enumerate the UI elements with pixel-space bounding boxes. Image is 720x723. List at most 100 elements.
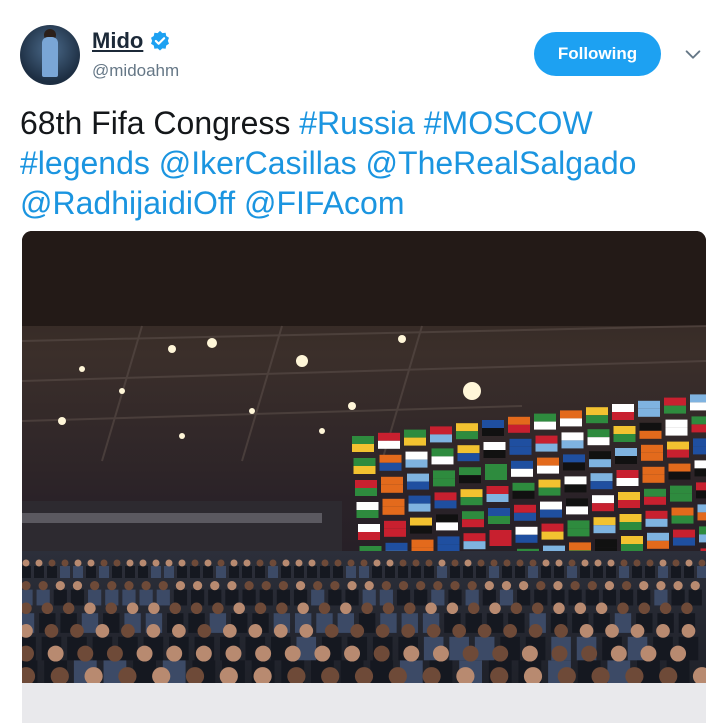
avatar[interactable]	[20, 25, 80, 85]
flag	[384, 520, 406, 537]
flag	[693, 438, 706, 455]
tweet-body-text	[415, 105, 424, 141]
flag	[355, 480, 377, 496]
flag	[486, 486, 509, 502]
flag	[699, 526, 706, 543]
flag	[353, 458, 376, 474]
chevron-down-icon[interactable]	[682, 44, 704, 66]
flag	[560, 410, 582, 427]
flag	[638, 400, 660, 417]
flag	[462, 511, 484, 528]
flag	[593, 517, 616, 534]
flag	[436, 514, 458, 531]
flag	[431, 448, 454, 465]
flag	[592, 495, 614, 512]
flag	[667, 441, 689, 458]
flag	[460, 489, 483, 506]
flag	[382, 498, 405, 515]
flag	[381, 476, 403, 493]
congress-hall-photo	[22, 231, 706, 723]
flag	[618, 492, 640, 508]
flag	[645, 510, 668, 527]
tweet-body-text	[150, 145, 159, 181]
flag	[587, 429, 610, 446]
flag	[670, 485, 692, 502]
mention-link[interactable]: @RadhijaidiOff	[20, 185, 235, 221]
flag	[612, 404, 634, 420]
flag	[488, 508, 510, 524]
mention-link[interactable]: @IkerCasillas	[159, 145, 357, 181]
flag	[619, 514, 642, 530]
following-button[interactable]: Following	[534, 32, 661, 76]
flag	[641, 444, 663, 461]
flag	[589, 451, 611, 468]
verified-badge-icon	[151, 30, 170, 51]
flag	[407, 473, 429, 490]
flag	[379, 454, 402, 471]
flag	[540, 501, 562, 518]
tweet-photo[interactable]	[22, 231, 706, 723]
hashtag-link[interactable]: #Russia	[299, 105, 415, 141]
flag	[671, 507, 694, 524]
flag	[456, 423, 478, 440]
flag	[430, 426, 452, 443]
flag	[463, 533, 486, 550]
flag	[694, 460, 706, 477]
flag	[691, 416, 706, 433]
flag	[404, 429, 426, 446]
flag	[561, 432, 584, 449]
flag	[616, 470, 639, 486]
flag	[514, 504, 536, 521]
flag	[664, 397, 686, 414]
tweet-body-text: 68th Fifa Congress	[20, 105, 300, 141]
user-handle[interactable]: @midoahm	[92, 61, 179, 81]
display-name[interactable]: Mido	[92, 28, 143, 54]
flag	[405, 451, 428, 468]
flag	[613, 426, 636, 442]
flag	[696, 482, 706, 499]
flag	[586, 407, 608, 424]
flag	[434, 492, 457, 509]
mention-link[interactable]: @FIFAcom	[244, 185, 405, 221]
flag	[642, 466, 665, 483]
tweet-text: 68th Fifa Congress #Russia #MOSCOW #lege…	[20, 103, 710, 223]
flag	[511, 460, 533, 477]
flag	[697, 504, 706, 521]
flag	[564, 476, 587, 493]
flag	[690, 394, 706, 411]
flag	[534, 413, 556, 430]
mention-link[interactable]: @TheRealSalgado	[366, 145, 637, 181]
flag	[535, 435, 558, 452]
tweet-body-text	[235, 185, 244, 221]
avatar-figure-body	[42, 37, 58, 77]
flag	[410, 517, 432, 534]
flag	[665, 419, 688, 436]
flag	[647, 532, 669, 549]
flag	[537, 457, 559, 474]
flag	[358, 524, 380, 540]
flag	[482, 420, 504, 436]
flag	[668, 463, 691, 480]
flag	[356, 502, 379, 518]
tweet-body-text	[357, 145, 366, 181]
flag	[515, 526, 538, 543]
flag	[538, 479, 561, 496]
flag	[485, 464, 507, 480]
flag	[433, 470, 455, 487]
flag	[541, 523, 564, 540]
flag	[459, 467, 481, 484]
flag	[563, 454, 585, 471]
flag	[457, 445, 480, 462]
flag	[509, 438, 532, 455]
hashtag-link[interactable]: #legends	[20, 145, 150, 181]
flag	[378, 432, 400, 449]
flag	[639, 422, 662, 439]
flag	[615, 448, 637, 464]
hashtag-link[interactable]: #MOSCOW	[424, 105, 593, 141]
author-name-row: Mido	[92, 28, 171, 54]
flag	[483, 442, 506, 458]
flag	[566, 498, 588, 515]
flag	[512, 482, 535, 499]
flag	[567, 520, 590, 537]
flag	[644, 488, 666, 505]
